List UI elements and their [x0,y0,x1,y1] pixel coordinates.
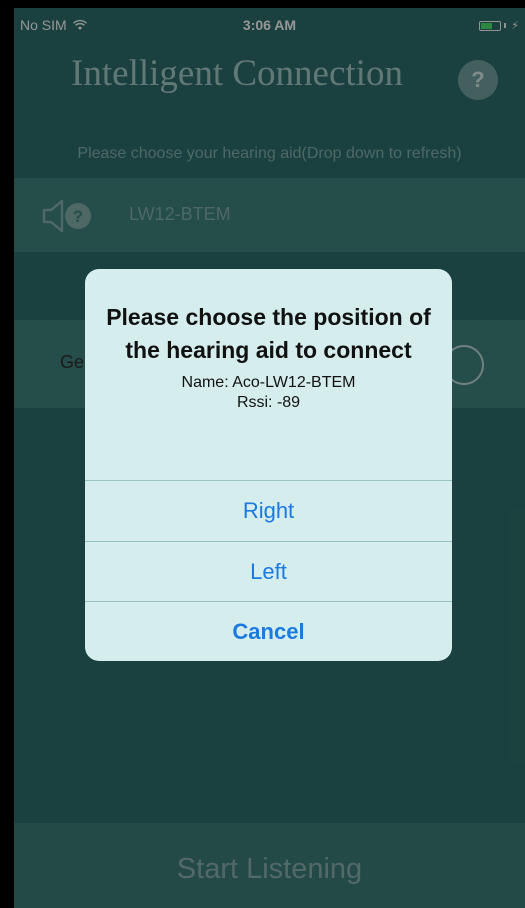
alert-body: Please choose the position of the hearin… [85,269,452,479]
left-button[interactable]: Left [85,541,452,602]
alert-title: Please choose the position of the hearin… [106,304,431,363]
app-screen: No SIM 3:06 AM ⚡ Intelligent Connection … [14,8,525,908]
position-alert-dialog: Please choose the position of the hearin… [85,269,452,661]
right-button[interactable]: Right [85,480,452,541]
alert-rssi: Rssi: -89 [236,394,301,411]
cancel-button[interactable]: Cancel [85,601,452,661]
alert-device-name: Name: Aco-LW12-BTEM [181,374,356,391]
